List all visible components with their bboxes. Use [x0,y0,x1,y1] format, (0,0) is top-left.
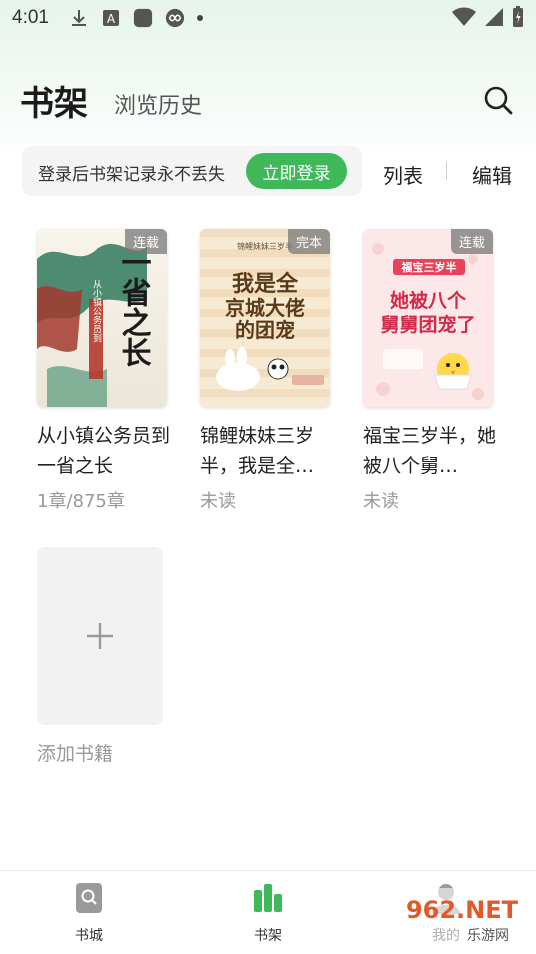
status-badge: 连载 [450,229,493,254]
cover-subtitle: 福宝三岁半 [401,260,457,274]
svg-text:舅舅团宠了: 舅舅团宠了 [380,313,475,336]
cover-art: 从小镇公务员到 一省之长 [37,229,167,407]
book-cover[interactable]: 从小镇公务员到 一省之长 连载 [37,229,167,407]
nav-label: 书城 [75,928,103,944]
cover-subtitle: 锦鲤妹妹三岁半 [237,241,293,251]
login-prompt-text: 登录后书架记录永不丢失 [38,165,225,185]
status-bar: 4:01 A [0,0,536,36]
login-button[interactable]: 立即登录 [246,153,347,189]
add-book-item[interactable]: 添加书籍 [37,547,163,766]
book-title[interactable]: 福宝三岁半，她被八个舅… [363,421,497,481]
watermark-logo: 962.NET [406,896,519,924]
book-item[interactable]: 从小镇公务员到 一省之长 连载 从小镇公务员到一省之长 1章/875章 [37,229,171,513]
svg-text:的团宠: 的团宠 [235,318,295,342]
svg-text:我是全: 我是全 [232,271,299,297]
more-notifications-dot [196,15,203,21]
cover-title: 一省之长 [116,247,152,367]
book-title[interactable]: 锦鲤妹妹三岁半，我是全… [200,421,334,481]
nav-item-bookshelf[interactable]: 书架 [228,881,308,945]
book-item[interactable]: 福宝三岁半 她被八个 舅舅团宠了 连载 福宝三岁半，她被八个舅… 未读 [363,229,497,513]
svg-text:京城大佬: 京城大佬 [225,296,305,320]
nav-item-store[interactable]: 书城 [49,881,129,945]
status-badge: 连载 [124,229,167,254]
nav-label: 书架 [254,928,282,944]
bookshelf-icon [228,881,308,915]
app-screen: 4:01 A 书架 浏览历史 登录后书架记录永不丢失 立即登录 列表 编辑 从小… [0,0,536,954]
search-button[interactable] [480,82,516,118]
store-icon [49,881,129,915]
app-infinity-icon [165,8,185,28]
book-cover[interactable]: 锦鲤妹妹三岁半 我是全 京城大佬 的团宠 完本 [200,229,330,407]
book-title[interactable]: 从小镇公务员到一省之长 [37,421,171,481]
book-cover[interactable]: 福宝三岁半 她被八个 舅舅团宠了 连载 [363,229,493,407]
status-badge: 完本 [287,229,330,254]
page-title[interactable]: 书架 [20,76,88,125]
download-icon [69,8,89,28]
battery-icon [512,6,524,33]
site-watermark: 962.NET 乐游网 [398,880,528,946]
cover-art: 福宝三岁半 她被八个 舅舅团宠了 [363,229,493,407]
app-square-icon [133,8,153,28]
list-view-button[interactable]: 列表 [383,160,423,189]
book-item[interactable]: 锦鲤妹妹三岁半 我是全 京城大佬 的团宠 完本 锦鲤妹妹三岁半，我是全… 未读 [200,229,334,513]
plus-icon [87,623,113,649]
book-progress: 未读 [200,491,236,512]
login-banner: 登录后书架记录永不丢失 立即登录 [22,146,362,196]
tab-history[interactable]: 浏览历史 [114,88,202,120]
header: 书架 浏览历史 [0,70,536,130]
edit-button[interactable]: 编辑 [472,160,512,189]
cover-art: 锦鲤妹妹三岁半 我是全 京城大佬 的团宠 [200,229,330,407]
search-icon [484,86,513,115]
notification-icons: A [69,8,203,28]
svg-text:她被八个: 她被八个 [390,289,467,312]
book-progress: 未读 [363,491,399,512]
status-time: 4:01 [12,7,49,28]
signal-icon [484,7,504,32]
book-progress: 1章/875章 [37,491,125,512]
wifi-icon [452,7,476,32]
app-a-icon: A [101,8,121,28]
add-book-button[interactable] [37,547,163,725]
add-book-label: 添加书籍 [37,743,114,765]
system-icons [452,6,524,33]
cover-subtitle: 从小镇公务员到 [91,279,102,342]
svg-text:A: A [107,12,116,26]
divider [446,162,447,180]
watermark-text: 乐游网 [467,928,509,944]
